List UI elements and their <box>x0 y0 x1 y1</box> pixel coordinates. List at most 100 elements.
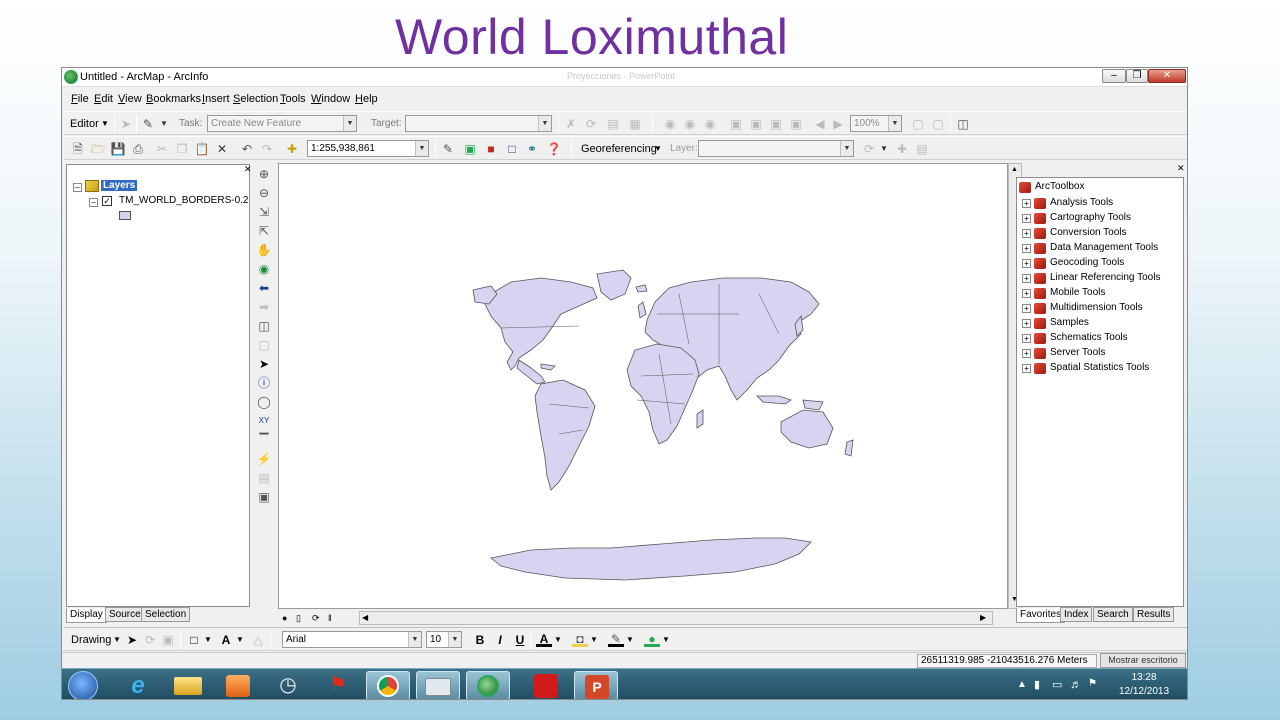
expand-icon[interactable]: + <box>1022 364 1031 373</box>
menu-edit[interactable]: Edit <box>94 93 113 105</box>
layout-pan-icon[interactable]: ▣ <box>768 116 784 132</box>
font-dropdown[interactable]: Arial ▼ <box>282 631 422 648</box>
expand-icon[interactable]: + <box>1022 319 1031 328</box>
topology-icon-2[interactable]: ◉ <box>682 116 698 132</box>
sketch-properties-icon[interactable]: ▦ <box>627 116 643 132</box>
tab-index[interactable]: Index <box>1060 607 1093 622</box>
refresh-view-icon[interactable]: ⟳ <box>312 613 320 624</box>
scroll-left-icon[interactable]: ◀ <box>362 613 368 622</box>
rotate-georef-icon[interactable]: ⟳ <box>861 141 877 157</box>
layout-zoom-in-icon[interactable]: ▣ <box>728 116 744 132</box>
expand-icon[interactable]: + <box>1022 289 1031 298</box>
tab-selection[interactable]: Selection <box>141 607 191 622</box>
toolbox-item-spatial-statistics-tools[interactable]: Spatial Statistics Tools <box>1050 362 1149 373</box>
bold-button[interactable]: B <box>472 632 488 648</box>
show-hidden-icons-icon[interactable]: ▲ <box>1017 679 1027 690</box>
redo-icon[interactable]: ↷ <box>259 141 275 157</box>
close-icon[interactable]: ✕ <box>1177 163 1185 174</box>
minimize-button[interactable]: – <box>1102 69 1126 83</box>
fill-color-dropdown-icon[interactable]: ▼ <box>590 635 598 644</box>
font-size-dropdown[interactable]: 10 ▼ <box>426 631 462 648</box>
rectangle-dropdown-icon[interactable]: ▼ <box>204 635 212 644</box>
map-view[interactable] <box>278 163 1008 609</box>
editor-menu-label[interactable]: Editor <box>70 118 99 130</box>
drawing-menu-label[interactable]: Drawing <box>71 634 111 646</box>
model-builder-icon[interactable]: ⚭ <box>524 141 540 157</box>
maximize-button[interactable]: ❐ <box>1126 69 1148 83</box>
clock-time[interactable]: 13:28 <box>1114 672 1174 683</box>
toolbox-item-samples[interactable]: Samples <box>1050 317 1089 328</box>
layer-symbol-swatch[interactable] <box>119 211 131 220</box>
underline-button[interactable]: U <box>512 632 528 648</box>
select-elements-icon[interactable]: ➤ <box>124 632 140 648</box>
zoom-out-icon[interactable]: ⊖ <box>256 185 272 201</box>
sketch-tool-icon[interactable]: ✎ <box>140 116 156 132</box>
expand-icon[interactable]: + <box>1022 334 1031 343</box>
rotate-dropdown-icon[interactable]: ▼ <box>880 144 888 153</box>
forward-arrow-icon[interactable]: ➡ <box>256 299 272 315</box>
go-to-xy-icon[interactable]: XY <box>256 413 272 429</box>
toolbox-item-conversion-tools[interactable]: Conversion Tools <box>1050 227 1127 238</box>
paste-icon[interactable]: 📋 <box>194 141 210 157</box>
expand-icon[interactable]: + <box>1022 199 1031 208</box>
cut-icon[interactable]: ✂ <box>154 141 170 157</box>
network-signal-icon[interactable]: ▮ <box>1034 678 1040 691</box>
editor-toolbar-icon[interactable]: ✎ <box>440 141 456 157</box>
text-tool-icon[interactable]: A <box>218 632 234 648</box>
italic-button[interactable]: I <box>492 632 508 648</box>
pdf-reader-icon[interactable] <box>524 671 568 699</box>
layout-view-icon[interactable]: ▯ <box>296 613 301 624</box>
edit-tool-icon[interactable]: ➤ <box>118 116 134 132</box>
menu-selection[interactable]: Selection <box>233 93 278 105</box>
collapse-icon[interactable]: – <box>73 183 82 192</box>
clock-app-icon[interactable]: ◷ <box>266 671 310 699</box>
expand-icon[interactable]: + <box>1022 304 1031 313</box>
internet-explorer-icon[interactable]: e <box>116 671 160 699</box>
georeferencing-dropdown-icon[interactable]: ▼ <box>654 144 662 153</box>
expand-icon[interactable]: + <box>1022 274 1031 283</box>
back-arrow-icon[interactable]: ⬅ <box>256 280 272 296</box>
scroll-up-icon[interactable]: ▲ <box>1011 166 1018 173</box>
table-of-contents-icon[interactable]: ▣ <box>462 141 478 157</box>
powerpoint-icon[interactable]: P <box>574 671 618 699</box>
text-dropdown-icon[interactable]: ▼ <box>236 635 244 644</box>
html-popup-icon[interactable]: ▤ <box>256 470 272 486</box>
layer-visibility-checkbox[interactable]: ✓ <box>102 196 112 206</box>
toolbox-item-data-management-tools[interactable]: Data Management Tools <box>1050 242 1158 253</box>
clock-date[interactable]: 12/12/2013 <box>1114 686 1174 697</box>
expand-icon[interactable]: + <box>1022 214 1031 223</box>
expand-icon[interactable]: + <box>1022 349 1031 358</box>
layout-zoom-out-icon[interactable]: ▣ <box>748 116 764 132</box>
rotate-element-icon[interactable]: ⟳ <box>142 632 158 648</box>
keyboard-app-icon[interactable] <box>416 671 460 699</box>
menu-tools[interactable]: Tools <box>280 93 306 105</box>
editor-dropdown-icon[interactable]: ▼ <box>101 119 109 128</box>
hyperlink-icon[interactable]: ⚡ <box>256 451 272 467</box>
toolbox-item-multidimension-tools[interactable]: Multidimension Tools <box>1050 302 1143 313</box>
data-view-icon[interactable]: ● <box>282 613 287 623</box>
delete-icon[interactable]: ✕ <box>214 141 230 157</box>
expand-icon[interactable]: + <box>1022 259 1031 268</box>
layout-next-icon[interactable]: ▶ <box>830 116 846 132</box>
save-icon[interactable]: 💾 <box>110 141 126 157</box>
focus-frame-icon[interactable]: ▢ <box>930 116 946 132</box>
close-button[interactable]: ✕ <box>1148 69 1186 83</box>
marker-color-icon[interactable]: ● <box>644 631 660 647</box>
change-layout-icon[interactable]: ◫ <box>955 116 971 132</box>
menu-insert[interactable]: Insert <box>202 93 230 105</box>
font-color-button[interactable]: A <box>536 631 552 647</box>
zoom-to-selected-icon[interactable]: ▣ <box>160 632 176 648</box>
menu-bookmarks[interactable]: Bookmarks <box>146 93 201 105</box>
toolbox-item-analysis-tools[interactable]: Analysis Tools <box>1050 197 1113 208</box>
undo-icon[interactable]: ↶ <box>239 141 255 157</box>
line-color-dropdown-icon[interactable]: ▼ <box>626 635 634 644</box>
georef-layer-dropdown[interactable]: ▼ <box>698 140 854 157</box>
identify-icon[interactable]: ⓘ <box>256 375 272 391</box>
select-features-icon[interactable]: ◫ <box>256 318 272 334</box>
tab-search[interactable]: Search <box>1093 607 1133 622</box>
add-data-icon[interactable]: ✚ <box>284 141 300 157</box>
map-scale-dropdown[interactable]: 1:255,938,861 ▼ <box>307 140 429 157</box>
layout-full-icon[interactable]: ▣ <box>788 116 804 132</box>
volume-icon[interactable]: ♬ <box>1070 677 1082 691</box>
show-desktop-button[interactable]: Mostrar escritorio <box>1100 653 1186 668</box>
